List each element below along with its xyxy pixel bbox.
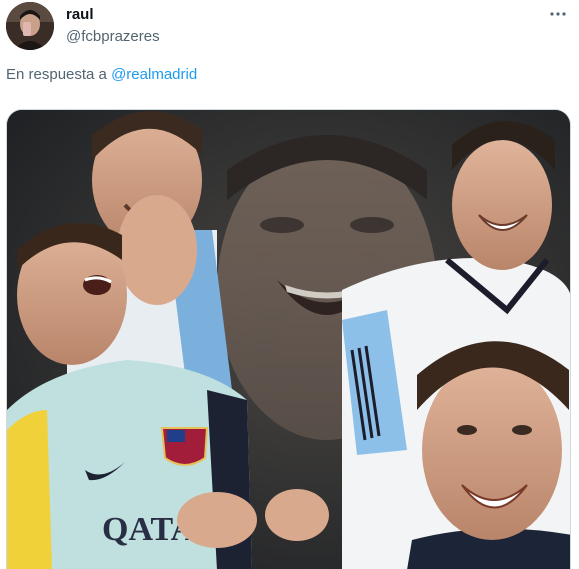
avatar[interactable] <box>6 2 54 50</box>
reply-mention-link[interactable]: @realmadrid <box>111 66 197 83</box>
more-options-button[interactable] <box>545 4 571 24</box>
avatar-image <box>6 2 54 50</box>
tweet-media-image[interactable]: QATA <box>6 109 571 569</box>
user-handle[interactable]: @fcbprazeres <box>66 27 160 47</box>
tweet-header: raul @fcbprazeres <box>6 2 579 52</box>
reply-prefix: En respuesta a <box>6 66 107 83</box>
reply-context: En respuesta a @realmadrid <box>6 65 197 85</box>
author-names: raul @fcbprazeres <box>66 5 160 47</box>
more-dots-icon <box>550 12 566 16</box>
display-name[interactable]: raul <box>66 5 160 25</box>
meme-collage-image: QATA <box>7 110 570 569</box>
